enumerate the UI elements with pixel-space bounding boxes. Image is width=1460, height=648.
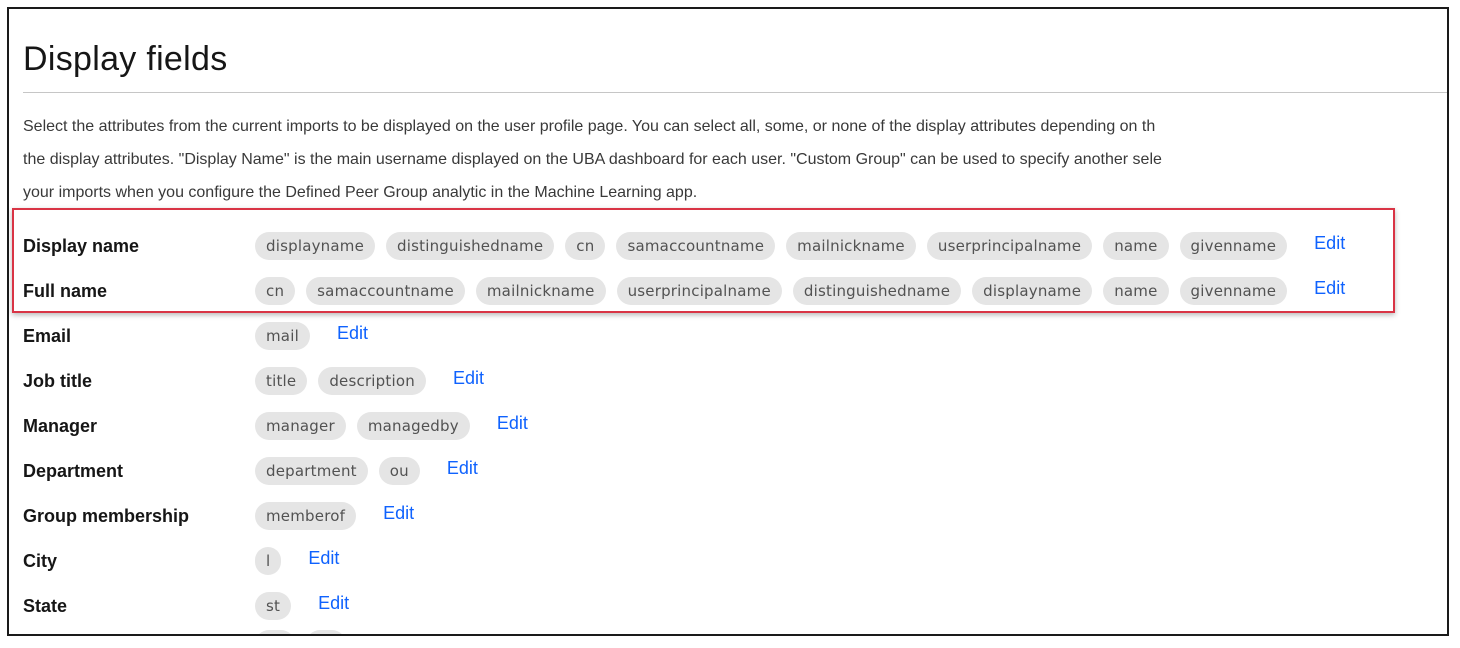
field-row-display-name: Display name displayname distinguishedna…: [9, 226, 1447, 266]
attribute-chip: memberof: [255, 502, 357, 530]
attribute-chip: givenname: [1179, 232, 1288, 260]
description-line: Select the attributes from the current i…: [23, 118, 1156, 135]
edit-display-name-link[interactable]: Edit: [1314, 229, 1345, 257]
screenshot-frame: Display fields Select the attributes fro…: [7, 7, 1449, 636]
page-description: Select the attributes from the current i…: [23, 110, 1447, 209]
attribute-chip: ou: [378, 457, 420, 485]
attribute-chip-clipped: [306, 630, 346, 634]
attribute-chips: mail Edit: [255, 322, 368, 350]
field-label: Department: [23, 461, 124, 481]
field-row-state: State st Edit: [9, 586, 1447, 626]
attribute-chip: title: [255, 367, 308, 395]
field-row-job-title: Job title title description Edit: [9, 361, 1447, 401]
attribute-chip-clipped: [255, 630, 295, 634]
attribute-chip: st: [255, 592, 292, 620]
edit-email-link[interactable]: Edit: [337, 319, 368, 347]
field-label: Group membership: [23, 506, 190, 526]
field-row-department: Department department ou Edit: [9, 451, 1447, 491]
page-title: Display fields: [23, 40, 228, 78]
attribute-chip: manager: [255, 412, 346, 440]
attribute-chip: userprincipalname: [616, 277, 782, 305]
attribute-chip: distinguishedname: [792, 277, 962, 305]
attribute-chip: description: [318, 367, 426, 395]
title-divider: [23, 92, 1447, 93]
attribute-chip: name: [1103, 232, 1169, 260]
field-label: Email: [23, 326, 72, 346]
edit-state-link[interactable]: Edit: [318, 589, 349, 617]
clipped-next-row-chips: [255, 630, 346, 634]
field-label: City: [23, 551, 58, 571]
field-row-group-membership: Group membership memberof Edit: [9, 496, 1447, 536]
field-row-city: City l Edit: [9, 541, 1447, 581]
attribute-chip: mail: [255, 322, 310, 350]
attribute-chip: givenname: [1179, 277, 1288, 305]
attribute-chip: displayname: [972, 277, 1093, 305]
description-line: your imports when you configure the Defi…: [23, 184, 698, 201]
field-row-email: Email mail Edit: [9, 316, 1447, 356]
attribute-chips: memberof Edit: [255, 502, 414, 530]
field-label: State: [23, 596, 68, 616]
edit-full-name-link[interactable]: Edit: [1314, 274, 1345, 302]
attribute-chip: samaccountname: [306, 277, 465, 305]
attribute-chip: cn: [255, 277, 296, 305]
attribute-chips: l Edit: [255, 547, 339, 575]
field-row-full-name: Full name cn samaccountname mailnickname…: [9, 271, 1447, 311]
edit-job-title-link[interactable]: Edit: [453, 364, 484, 392]
attribute-chips: title description Edit: [255, 367, 484, 395]
field-label: Full name: [23, 281, 108, 301]
attribute-chip: l: [255, 547, 282, 575]
edit-department-link[interactable]: Edit: [447, 454, 478, 482]
attribute-chip: distinguishedname: [386, 232, 555, 260]
attribute-chip: mailnickname: [475, 277, 606, 305]
attribute-chips: manager managedby Edit: [255, 412, 528, 440]
attribute-chip: cn: [565, 232, 606, 260]
attribute-chip: department: [255, 457, 368, 485]
attribute-chips: department ou Edit: [255, 457, 478, 485]
field-label: Manager: [23, 416, 98, 436]
attribute-chips: cn samaccountname mailnickname userprinc…: [255, 277, 1345, 305]
attribute-chip: mailnickname: [786, 232, 916, 260]
edit-group-membership-link[interactable]: Edit: [383, 499, 414, 527]
attribute-chip: name: [1103, 277, 1169, 305]
field-label: Job title: [23, 371, 93, 391]
edit-manager-link[interactable]: Edit: [497, 409, 528, 437]
attribute-chip: displayname: [255, 232, 376, 260]
attribute-chips: st Edit: [255, 592, 349, 620]
attribute-chips: displayname distinguishedname cn samacco…: [255, 232, 1345, 260]
attribute-chip: userprincipalname: [926, 232, 1093, 260]
field-label: Display name: [23, 236, 140, 256]
description-line: the display attributes. "Display Name" i…: [23, 151, 1162, 168]
attribute-chip: samaccountname: [616, 232, 776, 260]
field-row-manager: Manager manager managedby Edit: [9, 406, 1447, 446]
attribute-chip: managedby: [356, 412, 470, 440]
edit-city-link[interactable]: Edit: [308, 544, 339, 572]
